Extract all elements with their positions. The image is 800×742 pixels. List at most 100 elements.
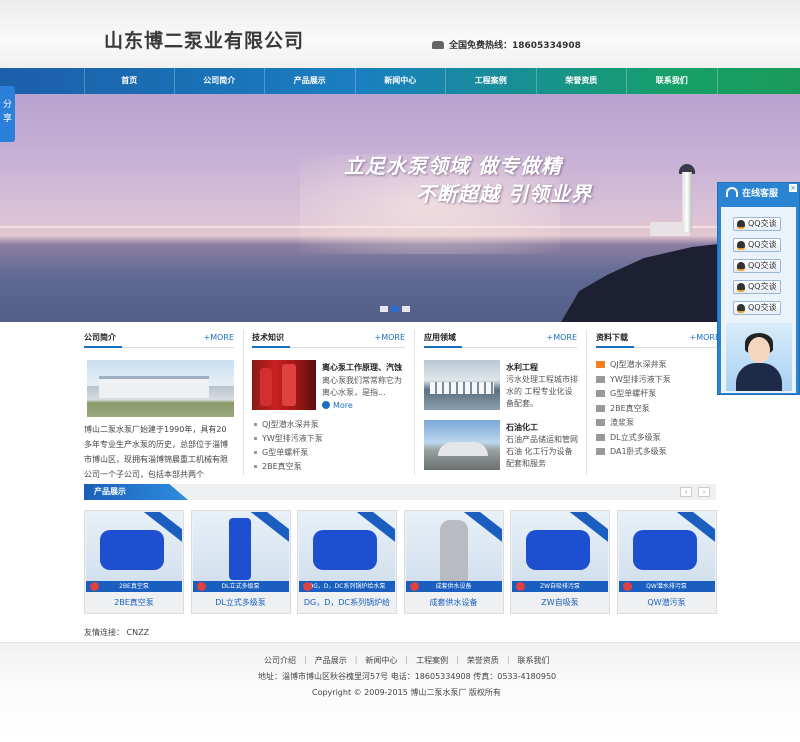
nav-item[interactable]: 联系我们 — [627, 68, 718, 94]
footer-nav-item[interactable]: 联系我们 — [510, 655, 558, 666]
about-more-link[interactable]: +MORE — [203, 330, 234, 346]
product-card[interactable]: QW潜水排污泵 QW潜污泵 — [616, 510, 717, 614]
qq-chat-label: QQ交谈 — [748, 240, 777, 249]
tech-article-more[interactable]: More — [322, 401, 353, 410]
product-caption: DL立式多级泵 — [192, 581, 289, 592]
qq-chat-label: QQ交谈 — [748, 282, 777, 291]
tech-header: 技术知识 +MORE — [252, 330, 405, 348]
brand-badge-icon — [90, 582, 99, 591]
file-icon — [596, 375, 605, 383]
product-image[interactable] — [192, 512, 289, 592]
footer-nav-item[interactable]: 新闻中心 — [357, 655, 405, 666]
product-image[interactable] — [512, 512, 608, 592]
download-item[interactable]: 2BE真空泵 — [596, 402, 720, 417]
product-image[interactable] — [86, 512, 182, 592]
product-name[interactable]: 2BE真空泵 — [85, 597, 183, 608]
pump-shape — [282, 364, 296, 406]
brand-badge-icon — [303, 582, 312, 591]
slider-dot[interactable] — [380, 306, 388, 312]
qq-chat-button[interactable]: QQ交谈 — [733, 280, 781, 294]
friend-links: 友情连接： CNZZ — [84, 627, 149, 638]
nav-item[interactable]: 公司简介 — [175, 68, 265, 94]
download-item[interactable]: DA1卧式多级泵 — [596, 445, 720, 460]
product-shape — [228, 518, 251, 580]
application-title[interactable]: 石油化工 — [506, 422, 538, 433]
company-logo[interactable]: 山东博二泵业有限公司 — [104, 26, 304, 53]
download-item[interactable]: DL立式多级泵 — [596, 431, 720, 446]
downloads-more-link[interactable]: +MORE — [689, 330, 720, 346]
factory-image[interactable] — [87, 360, 234, 417]
product-card[interactable]: DL立式多级泵 DL立式多级泵 — [190, 510, 291, 614]
footer-nav-item[interactable]: 产品展示 — [307, 655, 355, 666]
product-name[interactable]: DG，D，DC系列锅炉给 — [298, 597, 396, 608]
product-image[interactable] — [299, 512, 395, 592]
tank-shape — [438, 442, 488, 456]
slider-dots — [380, 306, 410, 312]
product-name[interactable]: ZW自吸泵 — [511, 597, 609, 608]
slider-dot[interactable] — [391, 306, 399, 312]
product-name[interactable]: QW潜污泵 — [618, 597, 716, 608]
product-image[interactable] — [405, 512, 502, 592]
nav-item[interactable]: 新闻中心 — [356, 68, 446, 94]
share-tab[interactable]: 分享 — [0, 86, 15, 142]
tech-article-title[interactable]: 离心泵工作原理、汽蚀 — [322, 362, 406, 373]
download-item[interactable]: G型单螺杆泵 — [596, 387, 720, 402]
product-caption: 2BE真空泵 — [86, 581, 182, 592]
file-icon — [596, 390, 605, 397]
nav-item[interactable]: 工程案例 — [446, 68, 537, 94]
product-card[interactable]: DG，D，DC系列锅炉给水泵 DG，D，DC系列锅炉给 — [297, 510, 397, 614]
product-caption: DG，D，DC系列锅炉给水泵 — [299, 581, 395, 592]
footer-nav-item[interactable]: 公司介绍 — [256, 655, 304, 666]
water-project-image[interactable] — [424, 360, 500, 410]
banner-slogan-1: 立足水泵领域 做专做精 — [344, 154, 562, 178]
agent-face — [748, 337, 770, 363]
file-icon — [596, 404, 605, 412]
product-card[interactable]: ZW自吸排污泵 ZW自吸泵 — [510, 510, 610, 614]
tech-section: 技术知识 +MORE 离心泵工作原理、汽蚀 离心泵我们常常称它为离心水泵，是指.… — [252, 330, 405, 478]
nav-items: 首页 公司简介 产品展示 新闻中心 工程案例 荣誉资质 联系我们 — [84, 68, 718, 94]
brand-badge-icon — [622, 582, 632, 591]
product-name[interactable]: 成套供水设备 — [405, 597, 503, 608]
file-icon — [596, 433, 605, 441]
footer-address: 地址：淄博市博山区秋谷槐里河57号 电话：18605334908 传真：0533… — [258, 672, 557, 681]
next-button[interactable]: › — [698, 487, 710, 497]
nav-item[interactable]: 首页 — [84, 68, 175, 94]
product-card[interactable]: 2BE真空泵 2BE真空泵 — [84, 510, 184, 614]
product-shape — [526, 530, 590, 570]
tech-list-item[interactable]: QJ型潜水深井泵 — [252, 418, 405, 432]
download-item[interactable]: 渣浆泵 — [596, 416, 720, 431]
application-title[interactable]: 水利工程 — [506, 362, 538, 373]
nav-item[interactable]: 产品展示 — [265, 68, 356, 94]
close-icon[interactable]: × — [789, 184, 797, 192]
applications-section: 应用领域 +MORE 水利工程 污水处理工程城市排水的 工程专业化设备配套。 石… — [424, 330, 578, 478]
qq-chat-button[interactable]: QQ交谈 — [733, 259, 781, 273]
prev-button[interactable]: ‹ — [680, 487, 692, 497]
petrochemical-image[interactable] — [424, 420, 500, 470]
qq-chat-button[interactable]: QQ交谈 — [733, 238, 781, 252]
phone-icon — [432, 41, 444, 49]
tech-article-image[interactable] — [252, 360, 316, 410]
footer-nav-item[interactable]: 荣誉资质 — [459, 655, 507, 666]
download-item-label: 渣浆泵 — [610, 418, 634, 427]
qq-chat-button[interactable]: QQ交谈 — [733, 301, 781, 315]
nav-item[interactable]: 荣誉资质 — [537, 68, 627, 94]
qq-chat-button[interactable]: QQ交谈 — [733, 217, 781, 231]
footer-nav-item[interactable]: 工程案例 — [408, 655, 456, 666]
friend-link[interactable]: CNZZ — [127, 628, 150, 637]
product-name[interactable]: DL立式多级泵 — [192, 597, 290, 608]
file-icon — [596, 448, 605, 455]
product-image[interactable] — [618, 512, 715, 592]
applications-more-link[interactable]: +MORE — [546, 330, 577, 346]
brand-badge-icon — [196, 582, 206, 591]
product-card[interactable]: 成套供水设备 成套供水设备 — [403, 510, 504, 614]
tech-list-item[interactable]: YW型排污液下泵 — [252, 432, 405, 446]
tech-list-item[interactable]: 2BE真空泵 — [252, 460, 405, 474]
download-item[interactable]: YW型排污液下泵 — [596, 373, 720, 388]
share-label: 分享 — [2, 100, 12, 124]
slider-dot[interactable] — [402, 306, 410, 312]
download-item[interactable]: QJ型潜水深井泵 — [596, 358, 720, 373]
tech-list-item[interactable]: G型单螺杆泵 — [252, 446, 405, 460]
tech-more-link[interactable]: +MORE — [374, 330, 405, 346]
brand-badge-icon — [409, 582, 419, 591]
about-title: 公司简介 — [84, 333, 116, 342]
